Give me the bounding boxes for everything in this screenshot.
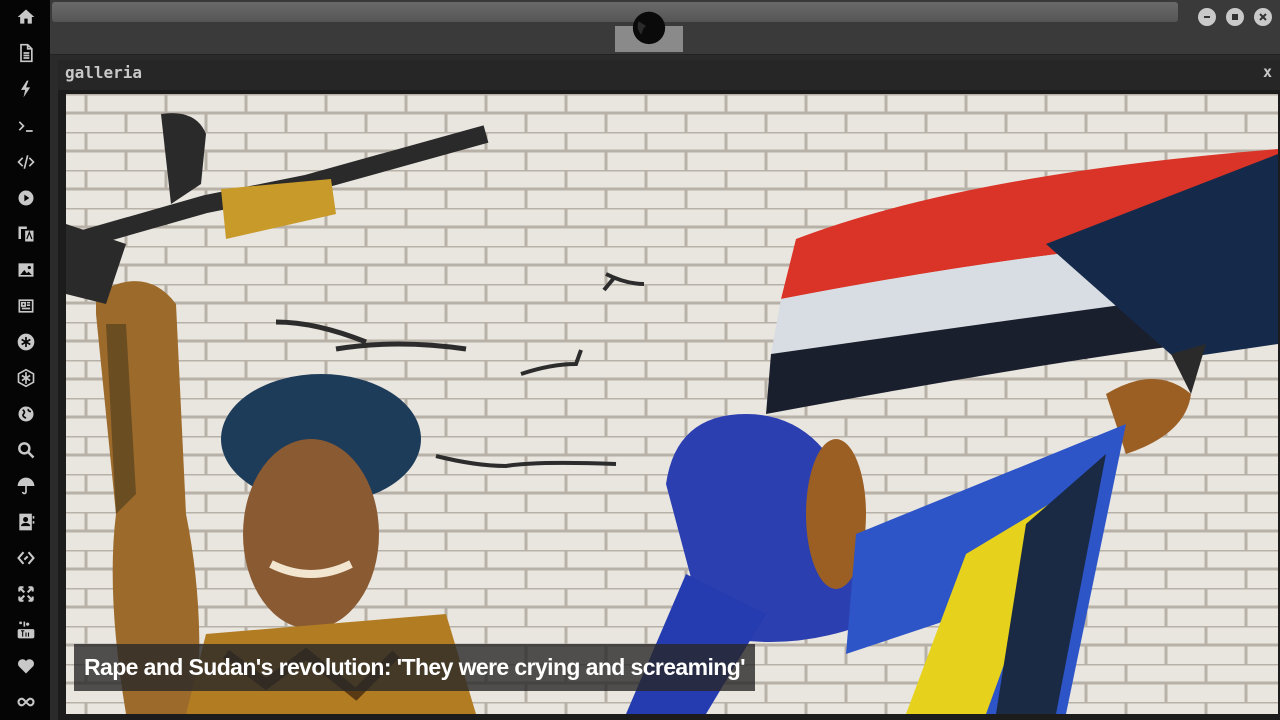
close-window-button[interactable] — [1254, 8, 1272, 26]
umbrella-icon[interactable] — [13, 473, 39, 499]
asterisk-circle-icon[interactable] — [13, 329, 39, 355]
link-icon[interactable] — [13, 545, 39, 571]
play-icon[interactable] — [13, 185, 39, 211]
sidebar — [0, 0, 50, 720]
image-icon[interactable] — [13, 257, 39, 283]
code-icon[interactable] — [13, 149, 39, 175]
youtube-icon[interactable] — [13, 617, 39, 643]
lightning-icon[interactable] — [13, 76, 39, 102]
search-icon[interactable] — [13, 437, 39, 463]
mural-image — [66, 94, 1278, 714]
hexagon-icon[interactable] — [13, 365, 39, 391]
document-icon[interactable] — [13, 40, 39, 66]
gallery-close-button[interactable]: x — [1263, 63, 1272, 81]
gallery-panel: galleria x Rape and Sudan's revolution: … — [58, 60, 1280, 720]
expand-icon[interactable] — [13, 581, 39, 607]
gallery-image[interactable]: Rape and Sudan's revolution: 'They were … — [66, 94, 1278, 714]
terminal-icon[interactable] — [13, 113, 39, 139]
globe-icon[interactable] — [13, 401, 39, 427]
maximize-button[interactable] — [1226, 8, 1244, 26]
address-bar[interactable] — [52, 2, 1178, 22]
gallery-header: galleria x — [58, 60, 1280, 90]
infinity-icon[interactable] — [13, 689, 39, 715]
contact-icon[interactable] — [13, 509, 39, 535]
gallery-caption[interactable]: Rape and Sudan's revolution: 'They were … — [74, 644, 756, 691]
newspaper-icon[interactable] — [13, 293, 39, 319]
home-icon[interactable] — [13, 4, 39, 30]
translate-icon[interactable] — [13, 221, 39, 247]
top-bar — [50, 0, 1280, 55]
gallery-title: galleria — [65, 63, 143, 82]
rebel-alliance-icon[interactable] — [630, 8, 668, 46]
minimize-button[interactable] — [1198, 8, 1216, 26]
heart-icon[interactable] — [13, 653, 39, 679]
